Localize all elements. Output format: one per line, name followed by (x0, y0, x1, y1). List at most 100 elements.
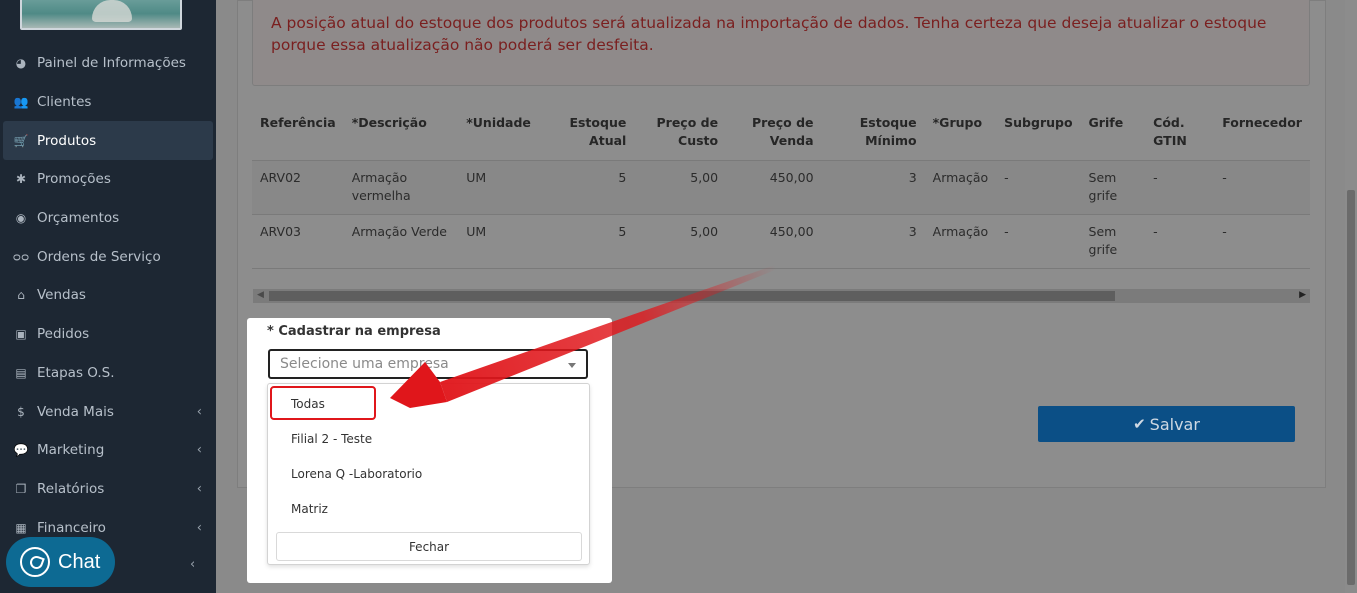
table-cell: UM (458, 214, 539, 269)
table-cell: - (996, 214, 1081, 269)
table-row: ARV03 Armação Verde UM 5 5,00 450,00 3 Armação -… (252, 214, 1310, 269)
column-header: Preço de Custo (634, 106, 727, 161)
chevron-left-icon[interactable]: ‹ (190, 557, 195, 572)
sidebar-item-label: Etapas O.S. (37, 364, 115, 381)
table-cell: 5,00 (634, 214, 727, 269)
chevron-left-icon: ‹ (196, 442, 202, 458)
sidebar-item-orcamentos[interactable]: ◉ Orçamentos (0, 199, 216, 238)
glasses-icon: ᴑᴑ (12, 249, 30, 264)
table-cell: 3 (821, 214, 925, 269)
table-cell: - (1145, 160, 1215, 215)
check-icon: ✔ (1133, 415, 1146, 433)
table-row: ARV02 Armação vermelha UM 5 5,00 450,00 3 Armaç… (252, 160, 1310, 215)
chat-button[interactable]: Chat (6, 537, 115, 587)
column-header: *Descrição (343, 106, 459, 161)
dropdown-option-lorena[interactable]: Lorena Q -Laboratorio (291, 467, 422, 481)
table-cell: - (1145, 214, 1215, 269)
table-cell: 5 (538, 160, 635, 215)
whatsapp-icon (20, 547, 50, 577)
scrollbar-thumb[interactable] (269, 291, 1115, 301)
company-field-label: * Cadastrar na empresa (267, 324, 441, 339)
dropdown-option-filial-2[interactable]: Filial 2 - Teste (291, 432, 372, 446)
table-cell: UM (458, 160, 539, 215)
save-button-label: Salvar (1149, 414, 1200, 434)
column-header: Cód. GTIN (1145, 106, 1215, 161)
column-header: Fornecedor (1214, 106, 1310, 161)
column-header: Preço de Venda (726, 106, 822, 161)
table-cell: 450,00 (726, 160, 822, 215)
sidebar-item-label: Orçamentos (37, 210, 120, 227)
chevron-left-icon: ‹ (196, 404, 202, 420)
table-cell: ARV02 (252, 160, 344, 215)
sidebar-item-label: Pedidos (37, 326, 90, 343)
sidebar-item-relatorios[interactable]: ❐ Relatórios ‹ (0, 470, 216, 509)
vertical-scrollbar-thumb[interactable] (1347, 190, 1355, 585)
sidebar-item-label: Promoções (37, 171, 111, 188)
table-cell: Armação (924, 160, 997, 215)
sidebar-item-venda-mais[interactable]: $ Venda Mais ‹ (0, 392, 216, 431)
sidebar-item-label: Vendas (37, 287, 86, 304)
sidebar-item-painel-de-informacoes[interactable]: ◕ Painel de Informações (0, 44, 216, 83)
column-header: Estoque Mínimo (821, 106, 925, 161)
chevron-left-icon: ‹ (196, 520, 202, 536)
horizontal-scrollbar[interactable]: ◀ ▶ (253, 289, 1310, 303)
scroll-right-icon[interactable]: ▶ (1299, 290, 1306, 300)
stock-warning-text: A posição atual do estoque dos produtos … (271, 14, 1267, 54)
table-cell: Armação vermelha (343, 160, 459, 215)
column-header: Referência (252, 106, 344, 161)
copy-icon: ❐ (15, 481, 27, 496)
sidebar-item-clientes[interactable]: 👥 Clientes (0, 83, 216, 122)
caret-down-icon (568, 363, 576, 368)
asterisk-icon: ✱ (15, 172, 27, 187)
company-dropdown: Todas Filial 2 - Teste Lorena Q -Laborat… (267, 383, 590, 565)
table-header-row: Referência *Descrição *Unidade Estoque Atua… (252, 106, 1310, 161)
sidebar-item-label: Venda Mais (37, 403, 114, 420)
table-cell: - (996, 160, 1081, 215)
column-header: *Unidade (458, 106, 539, 161)
sidebar-item-produtos[interactable]: 🛒 Produtos (3, 121, 213, 161)
dollar-icon: $ (17, 404, 25, 419)
sidebar-item-vendas[interactable]: ⌂ Vendas (0, 276, 216, 315)
person-badge-icon: ◉ (15, 211, 27, 226)
inbox-icon: ▣ (15, 327, 27, 342)
sidebar-item-label: Financeiro (37, 519, 106, 536)
table-cell: Armação Verde (343, 214, 459, 269)
sidebar-item-ordens-de-servico[interactable]: ᴑᴑ Ordens de Serviço (0, 237, 216, 276)
sidebar-item-promocoes[interactable]: ✱ Promoções (0, 160, 216, 199)
sidebar-item-label: Ordens de Serviço (37, 248, 161, 265)
sidebar-item-pedidos[interactable]: ▣ Pedidos (0, 315, 216, 354)
chevron-left-icon: ‹ (196, 481, 202, 497)
table-cell: - (1214, 214, 1310, 269)
avatar (92, 0, 132, 22)
cart-icon: 🛒 (13, 133, 29, 148)
table-cell: 3 (821, 160, 925, 215)
table-cell: Sem grife (1080, 160, 1146, 215)
company-select-placeholder: Selecione uma empresa (280, 356, 449, 372)
user-avatar-banner[interactable] (20, 0, 182, 30)
products-table: Referência *Descrição *Unidade Estoque Atua… (252, 106, 1310, 269)
table-cell: ARV03 (252, 214, 344, 269)
dropdown-option-matriz[interactable]: Matriz (291, 502, 328, 516)
sidebar-item-etapas-o-s[interactable]: ▤ Etapas O.S. (0, 354, 216, 393)
table-cell: 5,00 (634, 160, 727, 215)
sidebar-item-label: Painel de Informações (37, 55, 186, 72)
table-cell: - (1214, 160, 1310, 215)
scroll-left-icon[interactable]: ◀ (257, 290, 264, 300)
dropdown-option-todas[interactable]: Todas (291, 397, 325, 411)
sidebar-item-label: Relatórios (37, 480, 105, 497)
company-select[interactable]: Selecione uma empresa (268, 349, 588, 379)
users-icon: 👥 (13, 95, 29, 110)
company-select-popup: * Cadastrar na empresa Selecione uma emp… (247, 318, 612, 583)
column-header: *Grupo (924, 106, 997, 161)
sidebar: ◕ Painel de Informações 👥 Clientes 🛒 Produtos… (0, 0, 216, 593)
comments-icon: 💬 (13, 443, 29, 458)
vertical-scrollbar[interactable] (1345, 0, 1357, 593)
sidebar-nav: ◕ Painel de Informações 👥 Clientes 🛒 Produtos… (0, 44, 216, 547)
sidebar-item-label: Clientes (37, 94, 92, 111)
basket-icon: ⌂ (17, 288, 25, 303)
sidebar-item-marketing[interactable]: 💬 Marketing ‹ (0, 431, 216, 470)
save-button[interactable]: ✔ Salvar (1038, 406, 1295, 442)
close-dropdown-button[interactable]: Fechar (276, 532, 582, 561)
money-icon: ▦ (15, 520, 27, 535)
column-header: Grife (1080, 106, 1146, 161)
